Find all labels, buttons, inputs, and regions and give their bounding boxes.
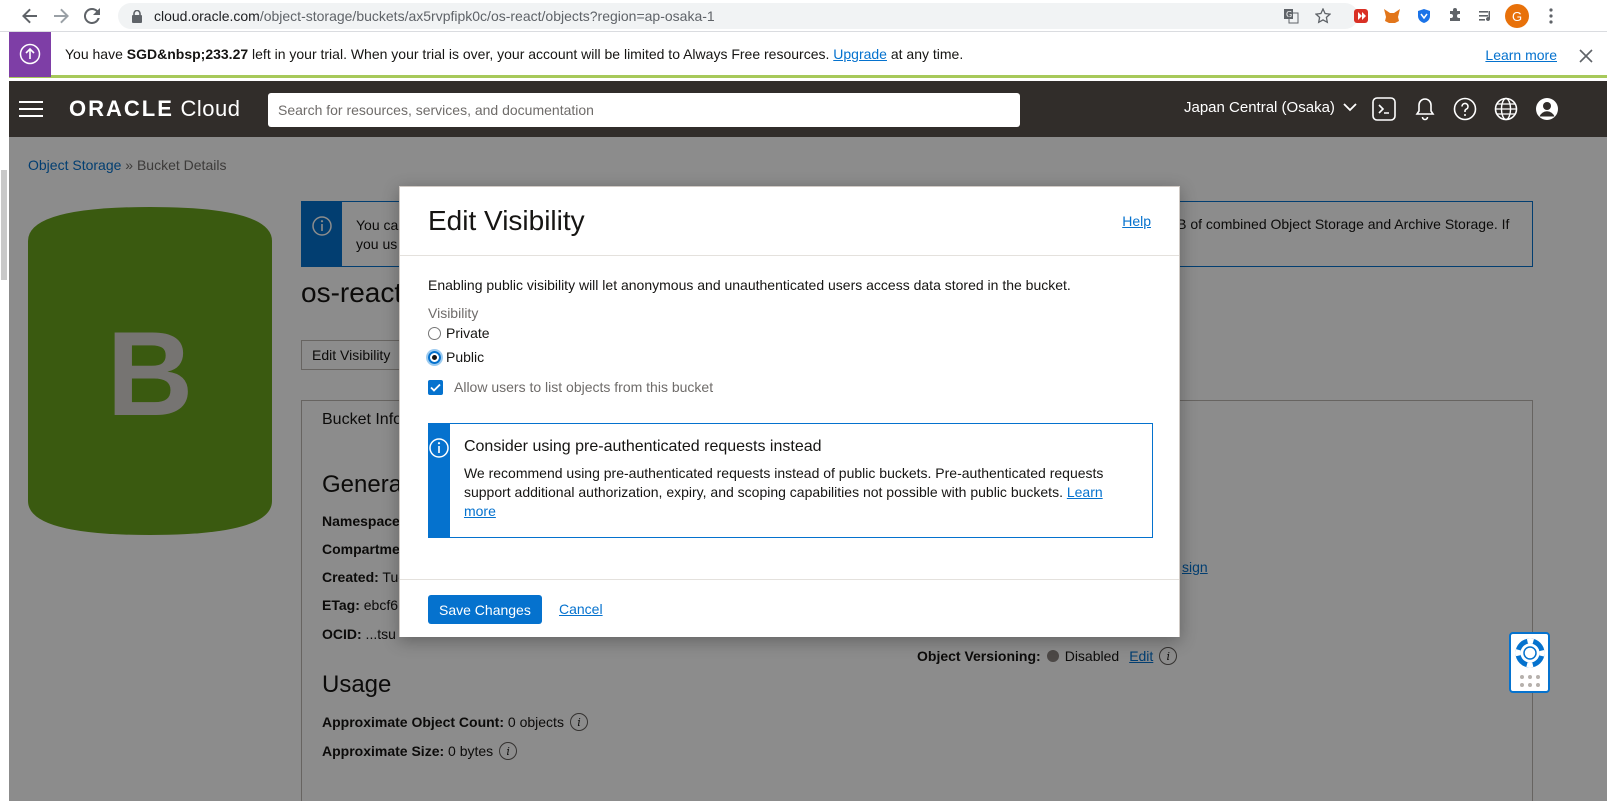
radio-private[interactable] bbox=[428, 326, 441, 340]
close-icon[interactable] bbox=[1579, 43, 1593, 69]
lifebuoy-icon bbox=[1515, 638, 1544, 668]
globe-language-icon[interactable] bbox=[1493, 96, 1519, 122]
par-content: Consider using pre-authenticated request… bbox=[450, 424, 1152, 537]
radio-public[interactable] bbox=[428, 350, 441, 364]
logo-cloud: Cloud bbox=[173, 96, 241, 121]
shield-extension-icon[interactable] bbox=[1413, 5, 1435, 27]
allow-list-checkbox[interactable] bbox=[428, 379, 443, 395]
puzzle-extensions-icon[interactable] bbox=[1444, 5, 1466, 27]
radio-private-row[interactable]: Private bbox=[428, 321, 1153, 345]
save-changes-button[interactable]: Save Changes bbox=[428, 595, 542, 624]
info-icon bbox=[429, 424, 450, 537]
visibility-label: Visibility bbox=[428, 305, 479, 321]
allow-list-checkbox-row[interactable]: Allow users to list objects from this bu… bbox=[428, 379, 1153, 395]
radio-private-label[interactable]: Private bbox=[446, 325, 490, 341]
chevron-down-icon bbox=[1343, 103, 1357, 112]
oracle-cloud-logo[interactable]: ORACLE Cloud bbox=[69, 96, 240, 122]
trial-message: You have SGD&nbsp;233.27 left in your tr… bbox=[65, 46, 963, 62]
logo-oracle: ORACLE bbox=[69, 96, 174, 121]
hamburger-menu-icon[interactable] bbox=[19, 96, 43, 122]
help-question-icon[interactable] bbox=[1452, 96, 1478, 122]
address-bar[interactable]: cloud.oracle.com/object-storage/buckets/… bbox=[118, 3, 1358, 29]
lock-icon bbox=[130, 9, 144, 23]
par-recommendation-banner: Consider using pre-authenticated request… bbox=[428, 423, 1153, 538]
upgrade-link[interactable]: Upgrade bbox=[833, 46, 887, 62]
checkmark-icon bbox=[430, 383, 441, 392]
region-label: Japan Central (Osaka) bbox=[1184, 99, 1335, 116]
par-text: We recommend using pre-authenticated req… bbox=[463, 465, 1104, 500]
radio-public-label[interactable]: Public bbox=[446, 349, 484, 365]
search-input[interactable]: Search for resources, services, and docu… bbox=[268, 93, 1020, 127]
trial-banner: You have SGD&nbsp;233.27 left in your tr… bbox=[9, 31, 1607, 78]
edit-visibility-dialog: Edit Visibility Help Enabling public vis… bbox=[399, 186, 1180, 637]
trial-middle: left in your trial. When your trial is o… bbox=[248, 46, 834, 62]
user-profile-icon[interactable] bbox=[1534, 96, 1560, 122]
left-gutter bbox=[0, 33, 9, 801]
extension-red-icon[interactable] bbox=[1350, 5, 1372, 27]
help-link[interactable]: Help bbox=[1122, 213, 1151, 229]
upgrade-arrow-icon bbox=[9, 31, 51, 77]
reload-icon[interactable] bbox=[77, 1, 107, 31]
back-icon[interactable] bbox=[15, 1, 45, 31]
dialog-header: Edit Visibility Help bbox=[400, 187, 1179, 256]
trial-suffix: at any time. bbox=[886, 46, 964, 62]
browser-toolbar: cloud.oracle.com/object-storage/buckets/… bbox=[0, 0, 1607, 32]
help-widget[interactable] bbox=[1509, 632, 1550, 693]
metamask-fox-icon[interactable] bbox=[1381, 5, 1403, 27]
radio-public-row[interactable]: Public bbox=[428, 345, 1153, 369]
trial-amount: SGD&nbsp;233.27 bbox=[126, 46, 249, 62]
visibility-description: Enabling public visibility will let anon… bbox=[428, 277, 1071, 293]
par-title: Consider using pre-authenticated request… bbox=[463, 438, 822, 455]
par-text-block: We recommend using pre-authenticated req… bbox=[464, 464, 1138, 521]
bell-icon[interactable] bbox=[1412, 96, 1438, 122]
translate-icon[interactable]: G bbox=[1280, 5, 1302, 27]
url-host: cloud.oracle.com bbox=[154, 8, 260, 24]
forward-icon[interactable] bbox=[46, 1, 76, 31]
url-path: /object-storage/buckets/ax5rvpfipk0c/os-… bbox=[259, 8, 715, 24]
profile-avatar[interactable]: G bbox=[1505, 4, 1529, 28]
bookmark-star-icon[interactable] bbox=[1312, 5, 1334, 27]
dialog-footer: Save Changes Cancel bbox=[400, 579, 1179, 637]
scrollbar-thumb[interactable] bbox=[1, 170, 7, 280]
kebab-menu-icon[interactable] bbox=[1540, 5, 1562, 27]
dialog-body: Enabling public visibility will let anon… bbox=[428, 277, 1153, 538]
media-queue-icon[interactable] bbox=[1475, 5, 1497, 27]
trial-prefix: You have bbox=[65, 46, 127, 62]
allow-list-label[interactable]: Allow users to list objects from this bu… bbox=[454, 379, 713, 395]
dialog-title: Edit Visibility bbox=[428, 205, 585, 236]
drag-handle-icon[interactable] bbox=[1519, 674, 1541, 688]
trial-learn-more-link[interactable]: Learn more bbox=[1485, 47, 1557, 63]
cancel-link[interactable]: Cancel bbox=[559, 601, 603, 617]
cloud-shell-icon[interactable] bbox=[1371, 96, 1397, 122]
oracle-header: ORACLE Cloud Search for resources, servi… bbox=[9, 81, 1607, 137]
region-selector[interactable]: Japan Central (Osaka) bbox=[1184, 99, 1357, 116]
